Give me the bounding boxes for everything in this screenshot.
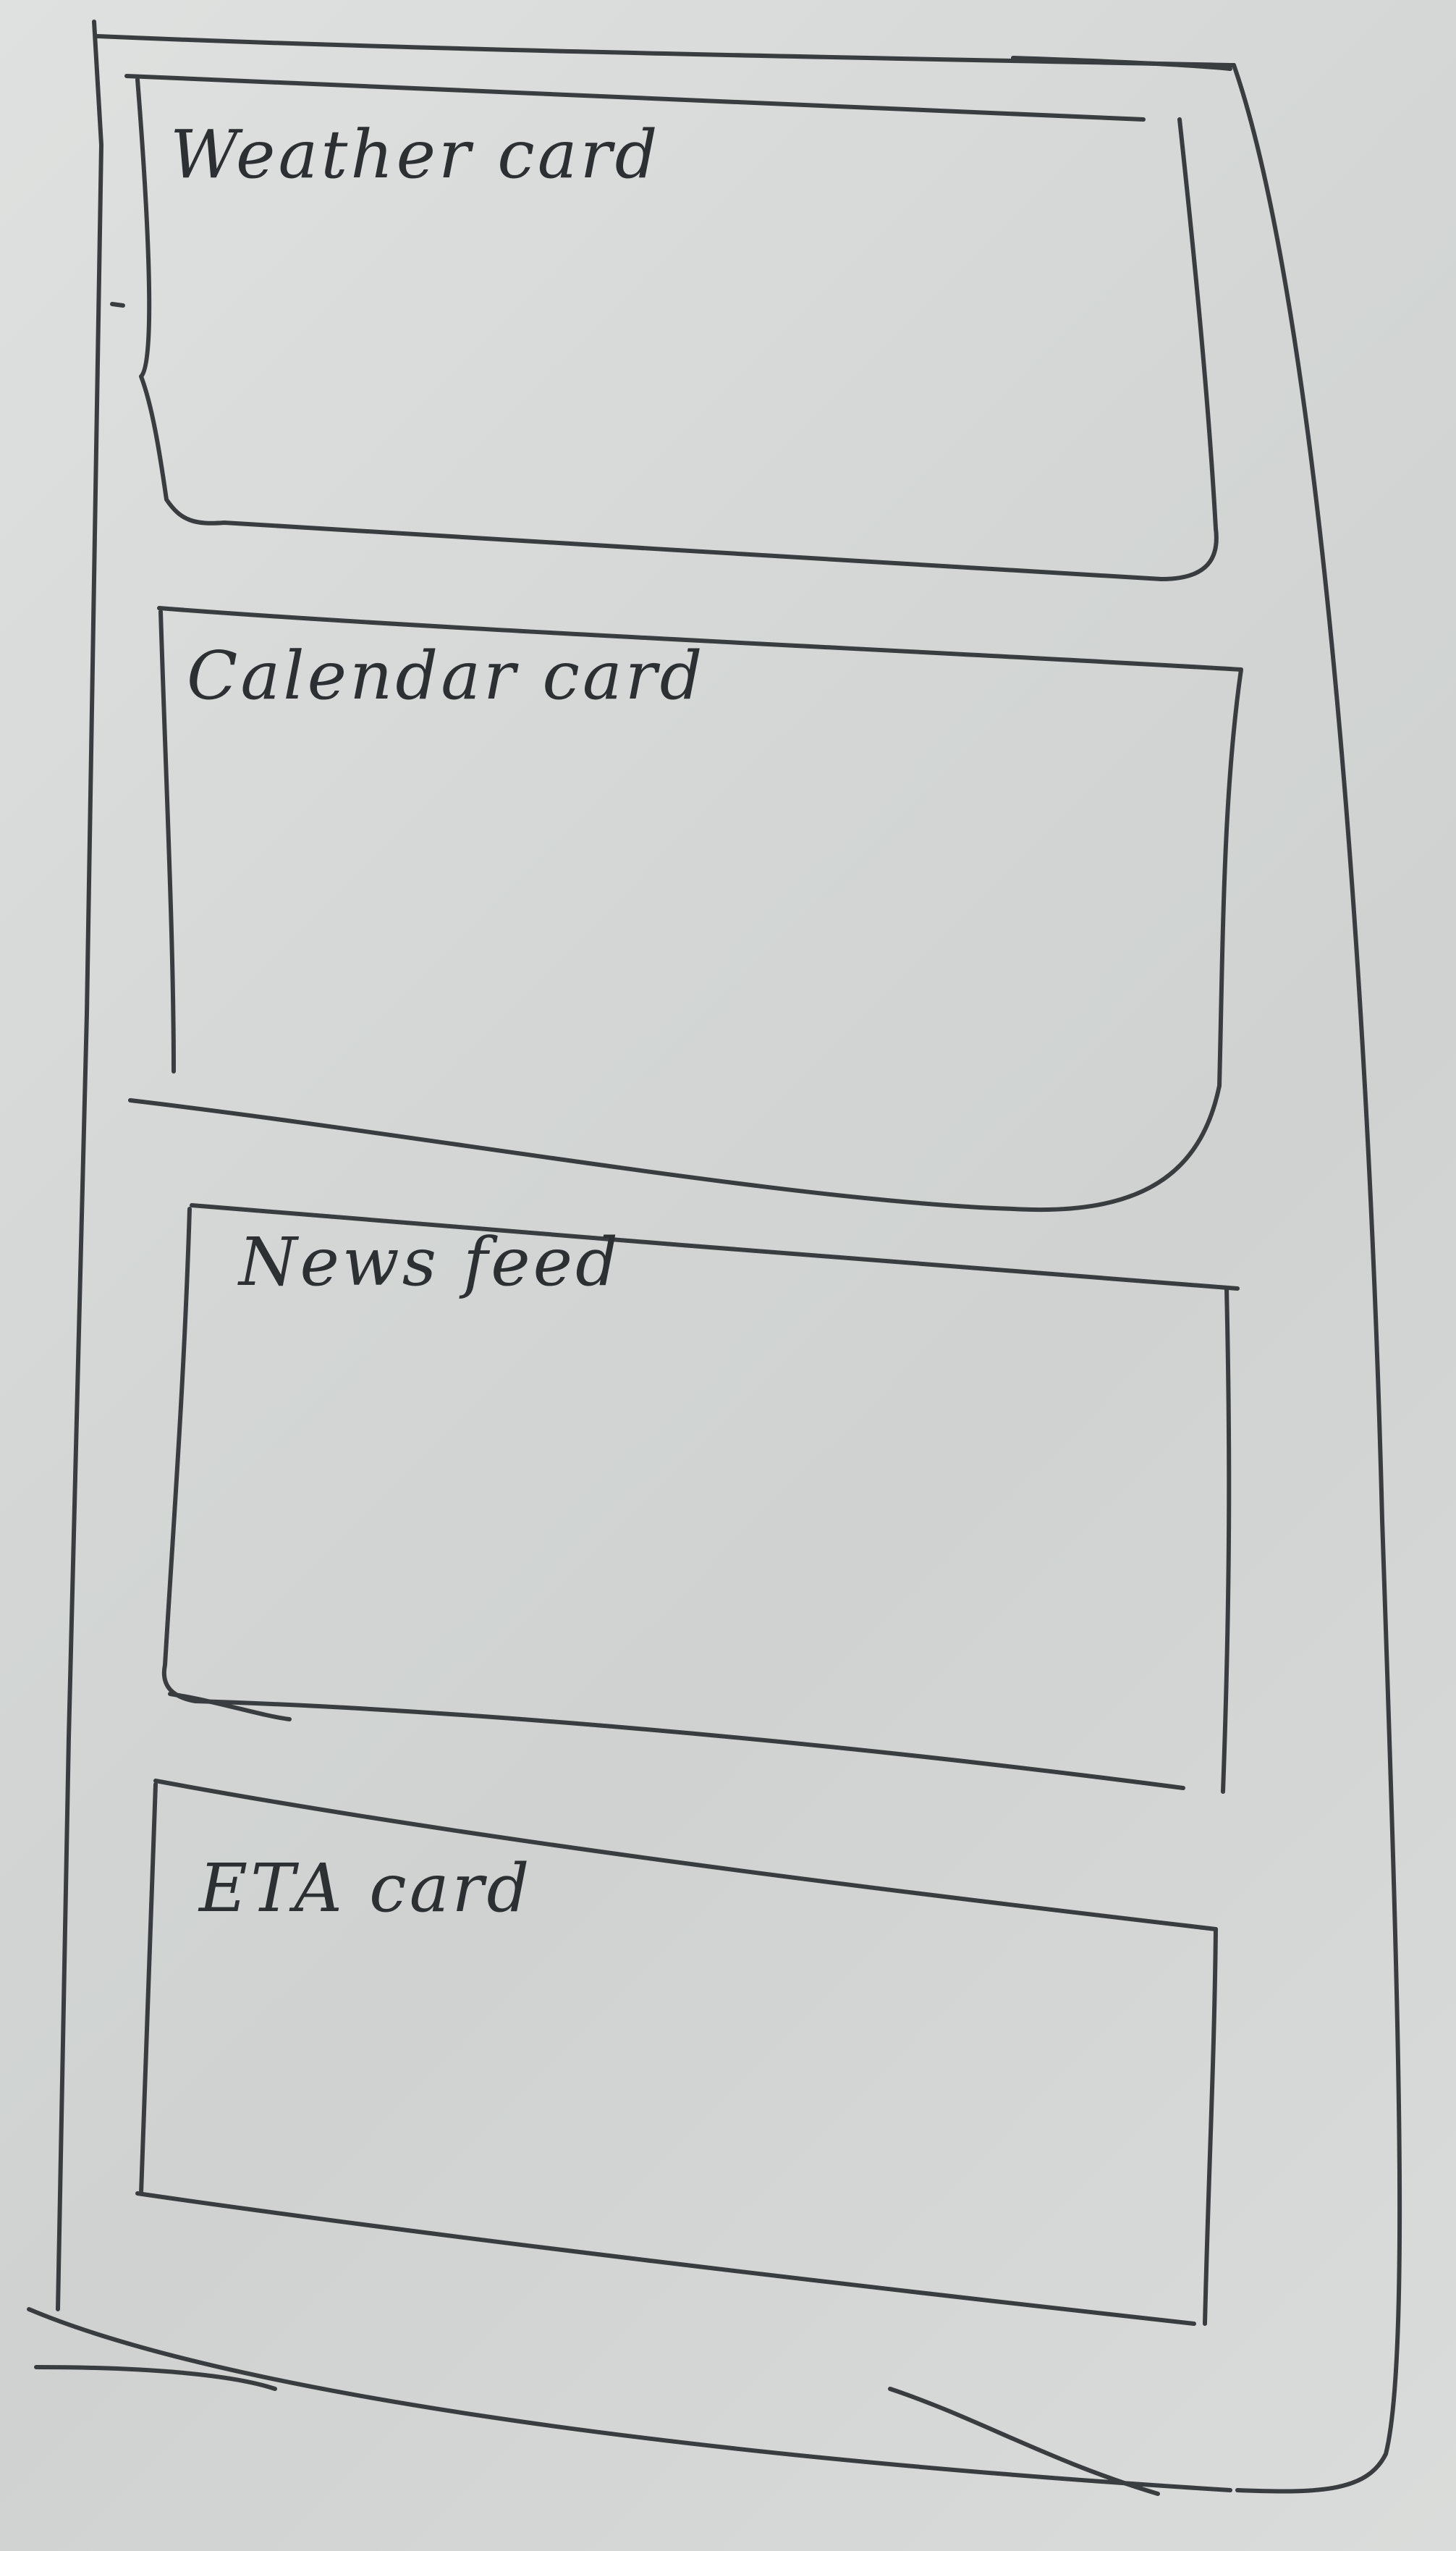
eta-card: ETA card xyxy=(135,1779,1218,2326)
news-feed-card: News feed xyxy=(161,1203,1240,1794)
calendar-card: Calendar card xyxy=(128,606,1243,1212)
phone-frame xyxy=(27,20,1402,2496)
weather-card-label: Weather card xyxy=(170,116,661,193)
news-feed-card-label: News feed xyxy=(237,1223,621,1301)
weather-card: Weather card xyxy=(110,74,1219,581)
calendar-card-label: Calendar card xyxy=(187,637,706,714)
eta-card-label: ETA card xyxy=(198,1850,532,1927)
wireframe-sketch: Weather card Calendar card News feed ETA… xyxy=(27,20,1402,2496)
